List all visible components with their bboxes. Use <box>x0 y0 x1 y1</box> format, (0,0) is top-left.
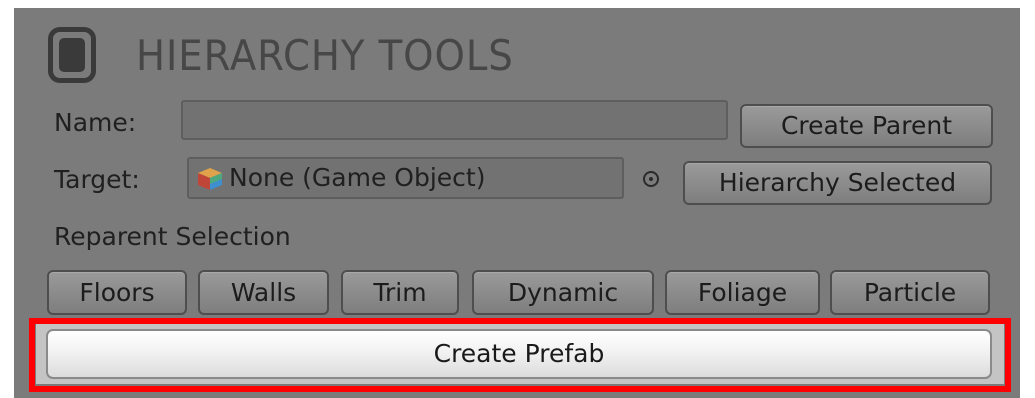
object-picker-icon[interactable] <box>643 171 659 187</box>
target-object-field[interactable]: None (Game Object) <box>187 157 624 199</box>
reparent-trim-button[interactable]: Trim <box>341 270 459 315</box>
reparent-walls-button[interactable]: Walls <box>198 270 329 315</box>
panel-title: HIERARCHY TOOLS <box>136 31 514 80</box>
reparent-particle-button[interactable]: Particle <box>830 270 990 315</box>
reparent-selection-label: Reparent Selection <box>54 222 291 251</box>
name-field[interactable] <box>181 100 728 140</box>
reparent-dynamic-button[interactable]: Dynamic <box>472 270 654 315</box>
target-field-value: None (Game Object) <box>229 163 486 192</box>
reparent-foliage-button[interactable]: Foliage <box>665 270 820 315</box>
name-label: Name: <box>54 108 137 137</box>
create-prefab-button[interactable]: Create Prefab <box>46 329 992 379</box>
cube-icon <box>198 168 222 190</box>
window-icon <box>48 27 96 83</box>
create-parent-button[interactable]: Create Parent <box>740 104 993 148</box>
target-label: Target: <box>54 165 140 194</box>
reparent-floors-button[interactable]: Floors <box>47 270 187 315</box>
hierarchy-selected-button[interactable]: Hierarchy Selected <box>683 161 992 205</box>
